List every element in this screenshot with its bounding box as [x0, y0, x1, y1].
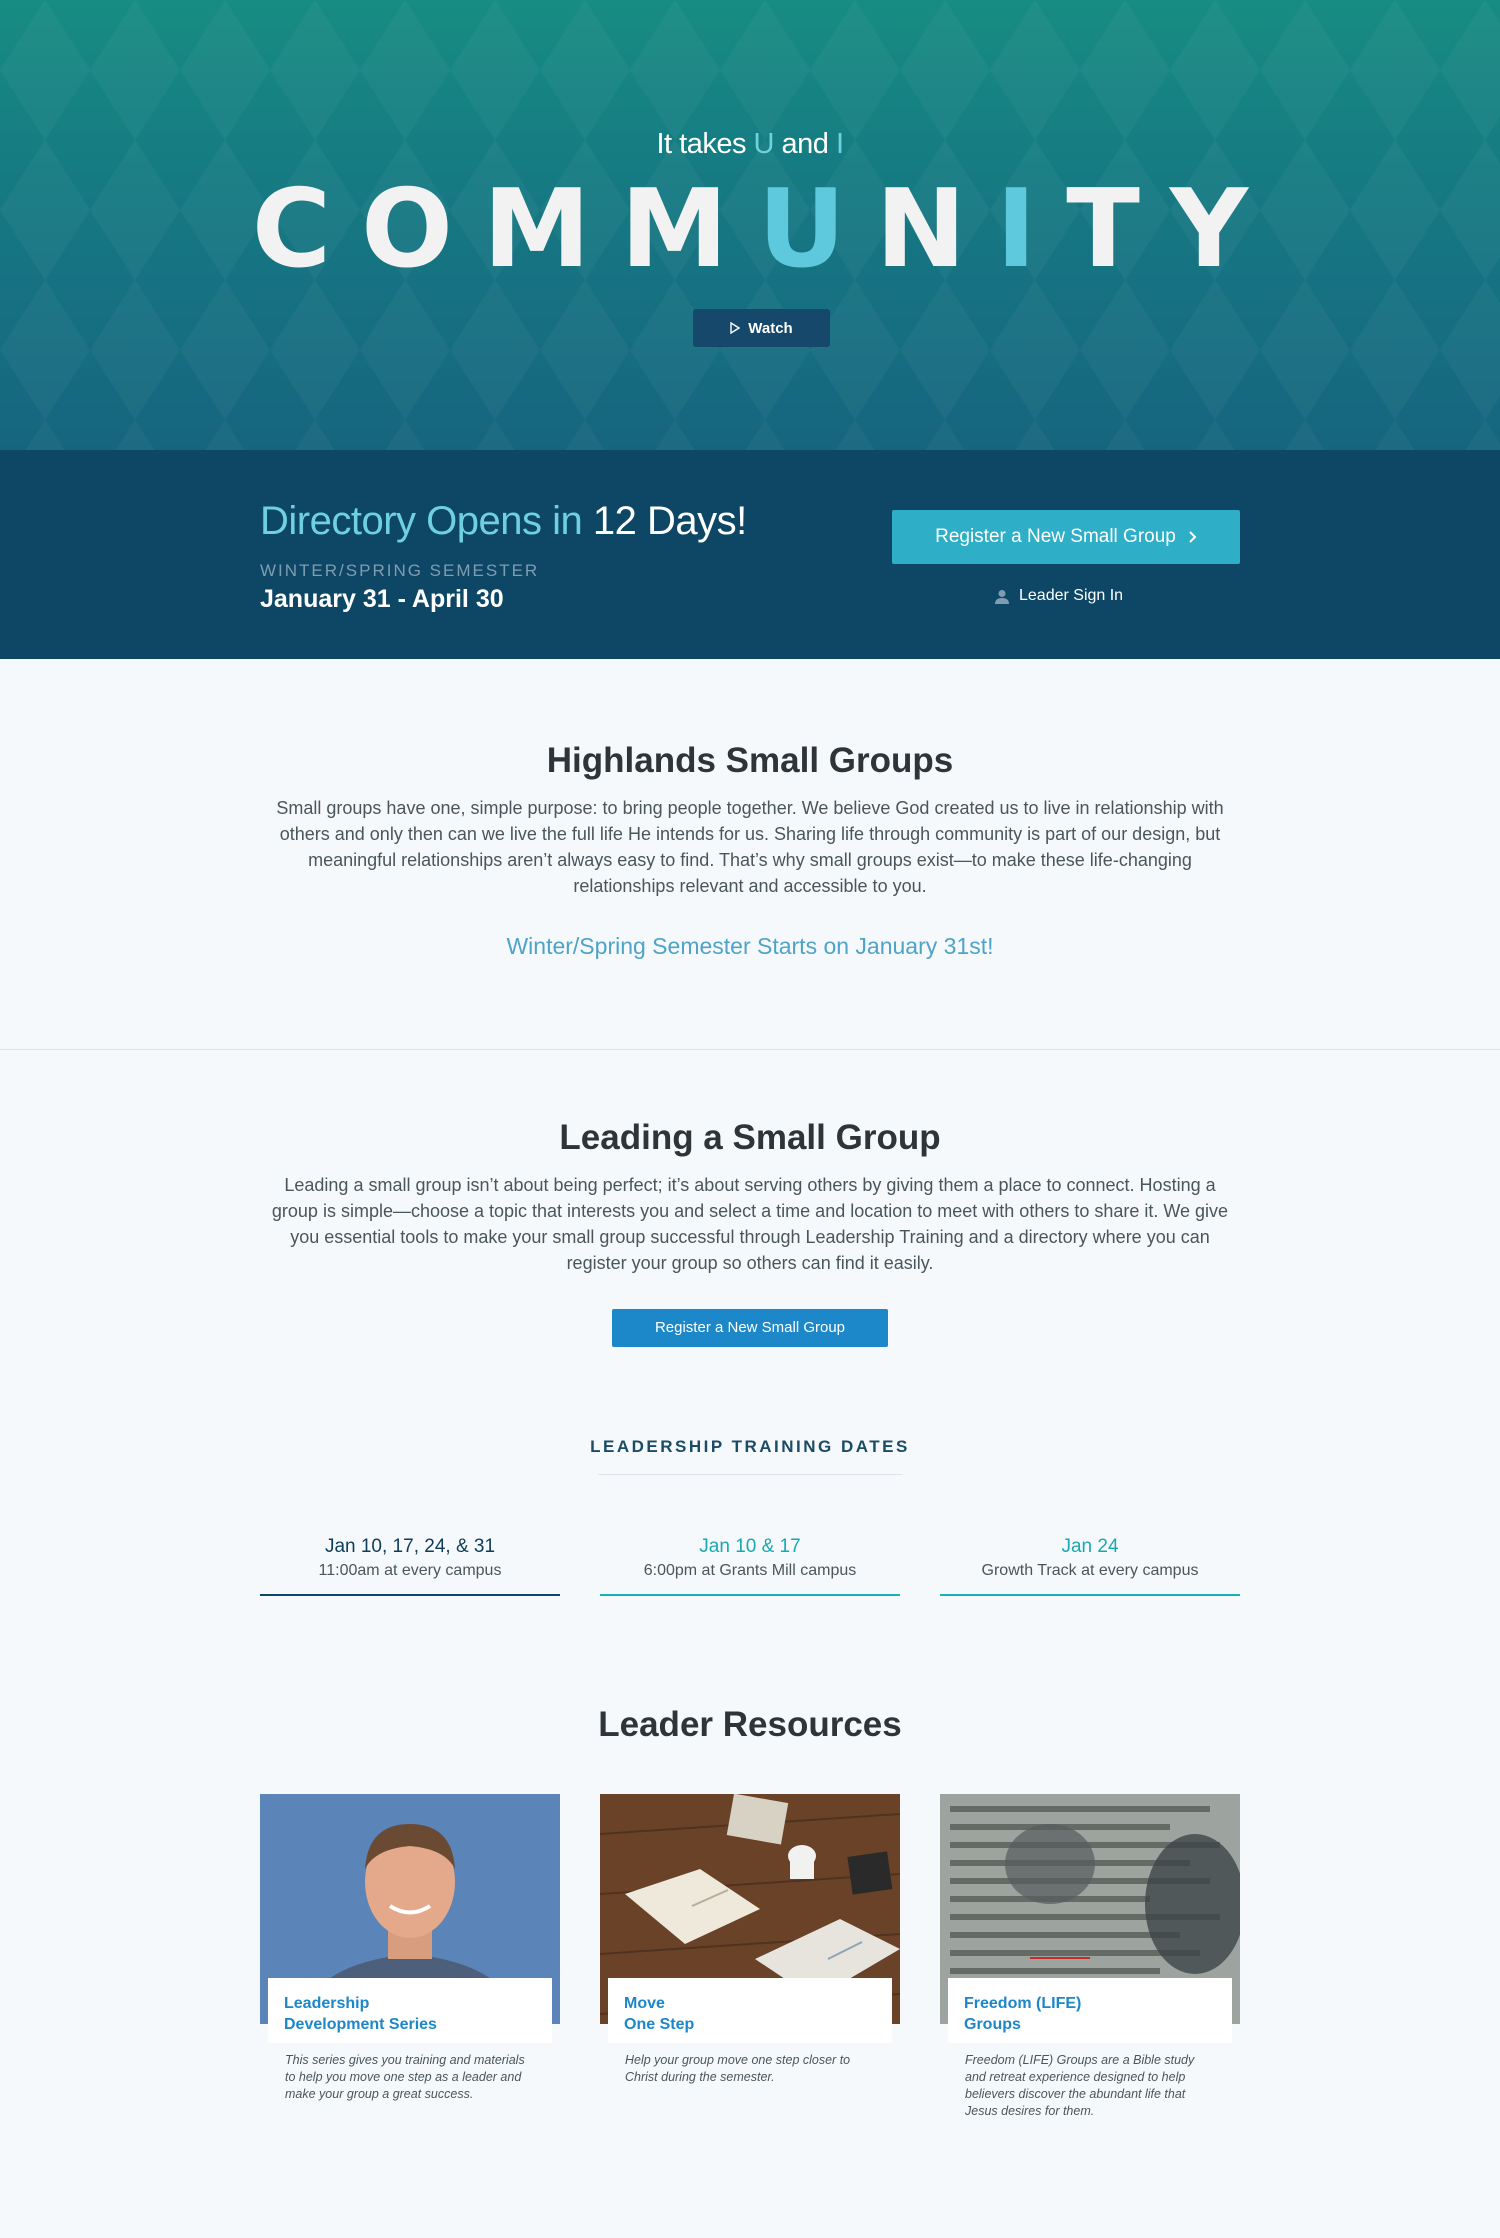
register-group-button[interactable]: Register a New Small Group: [892, 510, 1240, 564]
watch-label: Watch: [748, 319, 793, 337]
training-date-card[interactable]: Jan 10, 17, 24, & 31 11:00am at every ca…: [260, 1536, 560, 1596]
resource-card[interactable]: Leadership Development Series This serie…: [260, 1794, 560, 2120]
resource-card-description: Freedom (LIFE) Groups are a Bible study …: [965, 2053, 1195, 2118]
semester-start-note: Winter/Spring Semester Starts on January…: [506, 933, 994, 959]
register-label: Register a New Small Group: [935, 526, 1176, 547]
leader-signin-label: Leader Sign In: [1019, 587, 1124, 604]
resource-title-line: Leadership: [284, 1995, 370, 2012]
watch-button[interactable]: Watch: [693, 309, 830, 347]
training-divider: [598, 1474, 903, 1475]
resource-card-title: Leadership Development Series: [268, 1978, 552, 2043]
intro-title: Highlands Small Groups: [546, 741, 954, 780]
semester-dates: January 31 - April 30: [260, 585, 504, 613]
resource-cards: Leadership Development Series This serie…: [260, 1794, 1240, 2120]
resource-card[interactable]: Freedom (LIFE) Groups Freedom (LIFE) Gro…: [940, 1794, 1240, 2120]
register-group-button-secondary[interactable]: Register a New Small Group: [612, 1309, 888, 1347]
training-date: Jan 10 & 17: [699, 1536, 801, 1557]
resources-section: Leader Resources: [0, 1705, 1500, 1745]
resource-title-line: Development Series: [284, 2016, 437, 2033]
resource-card-description: Help your group move one step closer to …: [625, 2053, 851, 2084]
leading-text: Leading a small group isn’t about being …: [271, 1175, 1229, 1273]
directory-countdown: Directory Opens in 12 Days!: [260, 499, 747, 543]
training-detail: Growth Track at every campus: [981, 1562, 1199, 1579]
training-title: LEADERSHIP TRAINING DATES: [590, 1437, 910, 1456]
training-dates: Jan 10, 17, 24, & 31 11:00am at every ca…: [260, 1536, 1240, 1596]
resource-title-line: Freedom (LIFE): [964, 1995, 1082, 2012]
hero-tagline: It takes U and I: [656, 128, 844, 160]
resource-card-title: Move One Step: [608, 1978, 892, 2043]
play-icon: [730, 322, 741, 334]
hero-title: COMMUNITY: [251, 167, 1279, 292]
training-detail: 11:00am at every campus: [318, 1562, 502, 1579]
semester-label: WINTER/SPRING SEMESTER: [260, 561, 540, 580]
leader-signin-link[interactable]: Leader Sign In: [995, 587, 1123, 605]
directory-band: Directory Opens in 12 Days! WINTER/SPRIN…: [0, 450, 1500, 659]
leading-section: Leading a Small Group Leading a small gr…: [0, 1118, 1500, 1347]
section-divider: [0, 1049, 1500, 1050]
chevron-right-icon: [1189, 531, 1197, 543]
leading-title: Leading a Small Group: [559, 1118, 941, 1157]
training-date-card[interactable]: Jan 24 Growth Track at every campus: [940, 1536, 1240, 1596]
training-date: Jan 24: [1061, 1536, 1119, 1557]
resource-card[interactable]: Move One Step Help your group move one s…: [600, 1794, 900, 2120]
intro-section: Highlands Small Groups Small groups have…: [0, 741, 1500, 960]
intro-text: Small groups have one, simple purpose: t…: [276, 798, 1224, 896]
resources-title: Leader Resources: [598, 1705, 902, 1744]
user-icon: [995, 589, 1009, 604]
resource-card-description: This series gives you training and mater…: [285, 2053, 525, 2101]
resource-title-line: Move: [624, 1995, 665, 2012]
resource-title-line: One Step: [624, 2016, 695, 2033]
training-date: Jan 10, 17, 24, & 31: [324, 1536, 496, 1557]
training-detail: 6:00pm at Grants Mill campus: [643, 1562, 857, 1579]
hero-banner: It takes U and I COMMUNITY Watch: [0, 0, 1500, 450]
resource-title-line: Groups: [964, 2016, 1021, 2033]
resource-card-title: Freedom (LIFE) Groups: [948, 1978, 1232, 2043]
training-date-card[interactable]: Jan 10 & 17 6:00pm at Grants Mill campus: [600, 1536, 900, 1596]
